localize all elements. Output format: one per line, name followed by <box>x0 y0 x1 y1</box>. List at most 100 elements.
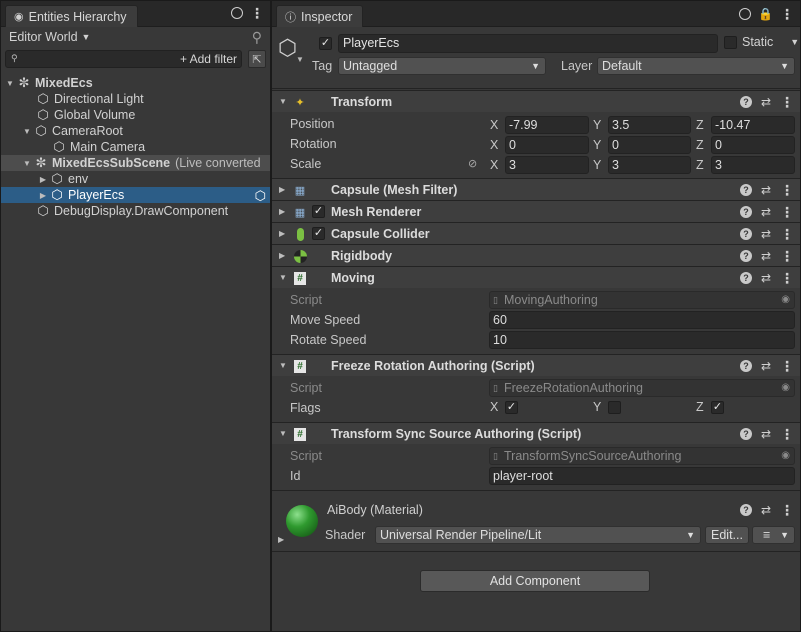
kebab-menu-icon[interactable]: ⋮ <box>780 7 794 21</box>
help-icon[interactable]: ? <box>739 360 752 372</box>
kebab-menu-icon[interactable]: ⋮ <box>780 183 794 197</box>
freeze-rotation-header[interactable]: ▼ # Freeze Rotation Authoring (Script) ?… <box>272 354 800 376</box>
expand-arrow-icon[interactable]: ▼ <box>21 159 33 168</box>
move-speed-field[interactable]: 60 <box>489 311 795 329</box>
tree-node-env[interactable]: ▶ ⬡ env <box>1 171 270 187</box>
kebab-menu-icon[interactable]: ⋮ <box>780 249 794 263</box>
presets-icon[interactable]: ⇄ <box>761 503 771 517</box>
axis-label[interactable]: Y <box>593 158 603 172</box>
open-window-icon[interactable]: ⇱ <box>248 50 266 68</box>
help-icon[interactable]: ? <box>739 228 752 240</box>
mesh-renderer-header[interactable]: ▶ ▦ ✓ Mesh Renderer ? ⇄ ⋮ <box>272 200 800 222</box>
rigidbody-header[interactable]: ▶ Rigidbody ? ⇄ ⋮ <box>272 244 800 266</box>
axis-label[interactable]: Z <box>696 158 706 172</box>
tree-node-global-volume[interactable]: ⬡ Global Volume <box>1 107 270 123</box>
add-filter-button[interactable]: + Add filter <box>180 52 237 66</box>
kebab-menu-icon[interactable]: ⋮ <box>780 503 794 517</box>
fold-arrow-icon[interactable]: ▶ <box>278 535 284 544</box>
position-y-field[interactable]: 3.5 <box>608 116 691 134</box>
static-toggle[interactable]: Static ▼ <box>724 35 799 49</box>
debug-circle-icon[interactable] <box>739 8 752 20</box>
shader-edit-button[interactable]: Edit... <box>705 526 749 544</box>
help-icon[interactable]: ? <box>739 428 752 440</box>
shader-dropdown[interactable]: Universal Render Pipeline/Lit ▼ <box>375 526 701 544</box>
constrain-proportions-icon[interactable]: ⊘ <box>468 157 477 170</box>
presets-icon[interactable]: ⇄ <box>761 427 771 441</box>
icon-dropdown-icon[interactable]: ▼ <box>296 55 304 64</box>
fold-arrow-icon[interactable]: ▶ <box>279 185 285 194</box>
presets-icon[interactable]: ⇄ <box>761 249 771 263</box>
expand-arrow-icon[interactable]: ▼ <box>21 127 33 136</box>
fold-arrow-icon[interactable]: ▶ <box>279 207 285 216</box>
search-icon[interactable]: ⚲ <box>252 29 262 46</box>
scale-x-field[interactable]: 3 <box>505 156 589 174</box>
presets-icon[interactable]: ⇄ <box>761 183 771 197</box>
axis-label[interactable]: Z <box>696 118 706 132</box>
hierarchy-search-input[interactable]: ⚲ + Add filter <box>5 50 242 68</box>
axis-label[interactable]: Z <box>696 138 706 152</box>
scale-z-field[interactable]: 3 <box>711 156 795 174</box>
kebab-menu-icon[interactable]: ⋮ <box>780 205 794 219</box>
hierarchy-tab[interactable]: ◉ Entities Hierarchy <box>5 5 138 27</box>
scale-y-field[interactable]: 3 <box>608 156 691 174</box>
axis-label[interactable]: Y <box>593 138 603 152</box>
expand-arrow-icon[interactable]: ▼ <box>4 79 16 88</box>
transform-sync-header[interactable]: ▼ # Transform Sync Source Authoring (Scr… <box>272 422 800 444</box>
tree-node-mixedecs[interactable]: ▼ ✼ MixedEcs <box>1 75 270 91</box>
kebab-menu-icon[interactable]: ⋮ <box>780 227 794 241</box>
presets-icon[interactable]: ⇄ <box>761 205 771 219</box>
capsule-collider-header[interactable]: ▶ ✓ Capsule Collider ? ⇄ ⋮ <box>272 222 800 244</box>
tree-node-playerecs[interactable]: ▶ ⬡ PlayerEcs ⬡ <box>1 187 270 203</box>
moving-header[interactable]: ▼ # Moving ? ⇄ ⋮ <box>272 266 800 288</box>
presets-icon[interactable]: ⇄ <box>761 227 771 241</box>
kebab-menu-icon[interactable]: ⋮ <box>780 95 794 109</box>
presets-icon[interactable]: ⇄ <box>761 95 771 109</box>
mesh-renderer-enabled-checkbox[interactable]: ✓ <box>312 205 325 218</box>
mesh-filter-header[interactable]: ▶ ▦ Capsule (Mesh Filter) ? ⇄ ⋮ <box>272 178 800 200</box>
gameobject-icon[interactable]: ⬡ <box>278 35 297 61</box>
position-x-field[interactable]: -7.99 <box>505 116 589 134</box>
shader-options-button[interactable]: ≡ ▼ <box>752 526 795 544</box>
help-icon[interactable]: ? <box>739 250 752 262</box>
axis-label[interactable]: X <box>490 138 500 152</box>
fold-arrow-icon[interactable]: ▶ <box>279 251 285 260</box>
transform-header[interactable]: ▼ ✦ Transform ? ⇄ ⋮ <box>272 90 800 112</box>
lock-circle-icon[interactable] <box>231 7 243 19</box>
fold-arrow-icon[interactable]: ▼ <box>279 273 287 282</box>
expand-arrow-icon[interactable]: ▶ <box>37 175 49 184</box>
presets-icon[interactable]: ⇄ <box>761 271 771 285</box>
help-icon[interactable]: ? <box>739 184 752 196</box>
lock-icon[interactable]: 🔒 <box>758 7 773 21</box>
entity-cube-icon[interactable]: ⬡ <box>255 188 266 204</box>
world-selector[interactable]: Editor World ▼ ⚲ <box>1 27 270 47</box>
static-checkbox[interactable] <box>724 35 737 49</box>
help-icon[interactable]: ? <box>739 206 752 218</box>
axis-label[interactable]: X <box>490 118 500 132</box>
chevron-down-icon[interactable]: ▼ <box>790 37 799 47</box>
tree-node-cameraroot[interactable]: ▼ ⬡ CameraRoot <box>1 123 270 139</box>
tree-node-mixedecs-subscene[interactable]: ▼ ✼ MixedEcsSubScene (Live converted <box>1 155 270 171</box>
kebab-menu-icon[interactable]: ⋮ <box>780 427 794 441</box>
axis-label[interactable]: Y <box>593 118 603 132</box>
tag-dropdown[interactable]: Untagged ▼ <box>338 57 546 75</box>
presets-icon[interactable]: ⇄ <box>761 359 771 373</box>
layer-dropdown[interactable]: Default ▼ <box>597 57 795 75</box>
flag-z-checkbox[interactable]: ✓ <box>711 400 724 414</box>
id-field[interactable]: player-root <box>489 467 795 485</box>
help-icon[interactable]: ? <box>739 504 752 516</box>
flag-x-checkbox[interactable]: ✓ <box>505 400 518 414</box>
inspector-tab[interactable]: ⓘ Inspector <box>276 5 364 27</box>
position-z-field[interactable]: -10.47 <box>711 116 795 134</box>
kebab-menu-icon[interactable]: ⋮ <box>250 6 264 20</box>
tree-node-debugdisplay[interactable]: ⬡ DebugDisplay.DrawComponent <box>1 203 270 219</box>
capsule-collider-enabled-checkbox[interactable]: ✓ <box>312 227 325 240</box>
tree-node-directional-light[interactable]: ⬡ Directional Light <box>1 91 270 107</box>
fold-arrow-icon[interactable]: ▼ <box>279 361 287 370</box>
rotate-speed-field[interactable]: 10 <box>489 331 795 349</box>
active-checkbox[interactable]: ✓ <box>319 37 332 50</box>
axis-label[interactable]: X <box>490 158 500 172</box>
kebab-menu-icon[interactable]: ⋮ <box>780 359 794 373</box>
help-icon[interactable]: ? <box>739 272 752 284</box>
add-component-button[interactable]: Add Component <box>420 570 650 592</box>
expand-arrow-icon[interactable]: ▶ <box>37 191 49 200</box>
